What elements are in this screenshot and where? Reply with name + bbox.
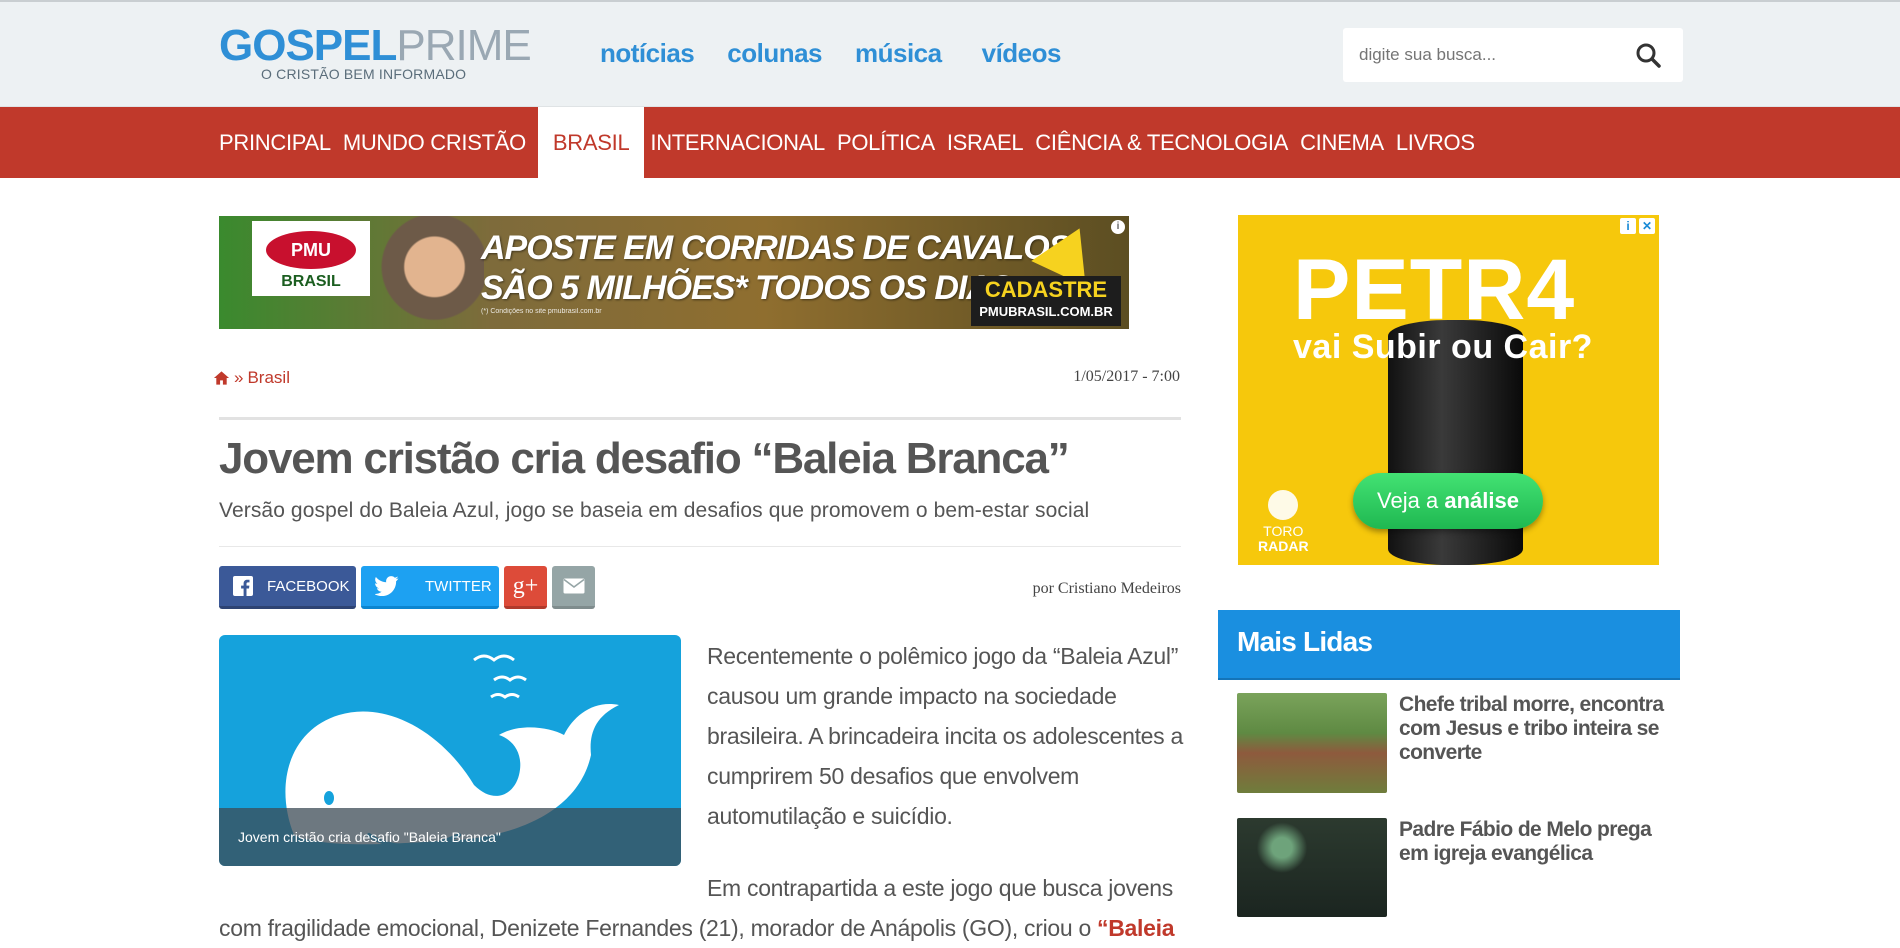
ad-fine-print: (*) Condições no site pmubrasil.com.br xyxy=(481,308,602,315)
baleia-branca-link[interactable]: “Baleia xyxy=(1097,915,1174,941)
top-banner-ad[interactable]: PMU BRASIL APOSTE EM CORRIDAS DE CAVALOS… xyxy=(219,216,1129,329)
nav-colunas[interactable]: colunas xyxy=(727,38,822,69)
search-input[interactable] xyxy=(1343,45,1623,65)
most-read-item[interactable]: Padre Fábio de Melo prega em igreja evan… xyxy=(1237,818,1677,917)
logo-word-prime: PRIME xyxy=(396,21,531,70)
google-plus-icon: g+ xyxy=(512,572,539,599)
article-title: Jovem cristão cria desafio “Baleia Branc… xyxy=(219,434,1070,483)
pmu-country: BRASIL xyxy=(281,273,341,290)
share-facebook-label: FACEBOOK xyxy=(267,577,350,595)
divider xyxy=(219,417,1181,420)
email-icon xyxy=(563,578,584,594)
category-politica[interactable]: POLÍTICA xyxy=(837,107,941,178)
nav-musica[interactable]: música xyxy=(855,38,942,69)
category-ciencia-tecnologia[interactable]: CIÊNCIA & TECNOLOGIA xyxy=(1035,107,1294,178)
article-body: Recentemente o polêmico jogo da “Baleia … xyxy=(707,636,1187,856)
category-principal[interactable]: PRINCIPAL xyxy=(219,107,337,178)
ad-question: vai Subir ou Cair? xyxy=(1293,328,1593,366)
article-subtitle: Versão gospel do Baleia Azul, jogo se ba… xyxy=(219,499,1090,522)
article-image[interactable]: Jovem cristão cria desafio "Baleia Branc… xyxy=(219,635,681,866)
toro-logo-icon xyxy=(1268,490,1299,520)
most-read-title[interactable]: Chefe tribal morre, encontra com Jesus e… xyxy=(1399,693,1677,793)
article-paragraph: Recentemente o polêmico jogo da “Baleia … xyxy=(707,643,1183,829)
category-cinema[interactable]: CINEMA xyxy=(1300,107,1390,178)
share-google-plus-button[interactable]: g+ xyxy=(504,566,547,609)
pmu-logo: PMU BRASIL xyxy=(252,221,370,296)
ad-controls: i ✕ xyxy=(1620,218,1655,234)
ad-headline-line1: APOSTE EM CORRIDAS DE CAVALOS xyxy=(481,229,1071,267)
toro-radar-logo: TORO RADAR xyxy=(1258,490,1309,554)
article-author: por Cristiano Medeiros xyxy=(1032,580,1181,597)
share-buttons: FACEBOOK TWITTER g+ xyxy=(219,566,595,609)
toro-logo-line1: TORO xyxy=(1263,523,1304,539)
category-livros[interactable]: LIVROS xyxy=(1396,107,1481,178)
ad-info-icon[interactable]: i xyxy=(1111,220,1125,234)
search-box xyxy=(1343,28,1683,82)
category-israel[interactable]: ISRAEL xyxy=(947,107,1029,178)
share-email-button[interactable] xyxy=(552,566,595,609)
divider xyxy=(219,546,1181,547)
article-paragraph-line: com fragilidade emocional, Denizete Fern… xyxy=(219,915,1175,941)
logo-wordmark: GOSPELPRIME xyxy=(219,21,532,70)
ad-button-text: Veja a xyxy=(1377,488,1445,513)
article-date: 1/05/2017 - 7:00 xyxy=(1073,368,1180,385)
site-logo[interactable]: GOSPELPRIME O CRISTÃO BEM INFORMADO xyxy=(219,21,532,83)
ad-person-image xyxy=(374,216,484,329)
home-icon[interactable] xyxy=(213,370,230,386)
most-read-item[interactable]: Chefe tribal morre, encontra com Jesus e… xyxy=(1237,693,1677,793)
most-read-header: Mais Lidas xyxy=(1218,610,1680,680)
image-caption: Jovem cristão cria desafio "Baleia Branc… xyxy=(219,808,681,866)
ad-cta-label: CADASTRE xyxy=(984,277,1108,302)
most-read-thumbnail[interactable] xyxy=(1237,818,1387,917)
nav-videos[interactable]: vídeos xyxy=(982,38,1062,69)
most-read-title[interactable]: Padre Fábio de Melo prega em igreja evan… xyxy=(1399,818,1677,917)
ad-cta-button[interactable]: CADASTRE PMUBRASIL.COM.BR xyxy=(971,276,1121,326)
facebook-icon xyxy=(233,576,253,596)
category-brasil[interactable]: BRASIL xyxy=(537,107,645,178)
search-icon[interactable] xyxy=(1635,42,1661,68)
ad-cta-url: PMUBRASIL.COM.BR xyxy=(979,304,1113,319)
site-header: GOSPELPRIME O CRISTÃO BEM INFORMADO notí… xyxy=(0,0,1900,107)
toro-logo-line2: RADAR xyxy=(1258,538,1309,554)
breadcrumb: » Brasil xyxy=(213,368,290,388)
share-twitter-button[interactable]: TWITTER xyxy=(361,566,499,609)
ad-close-icon[interactable]: ✕ xyxy=(1639,218,1655,234)
article-paragraph-line: Em contrapartida a este jogo que busca j… xyxy=(707,875,1173,901)
logo-word-gospel: GOSPEL xyxy=(219,21,397,70)
category-bar: PRINCIPAL MUNDO CRISTÃO BRASIL INTERNACI… xyxy=(0,107,1900,178)
breadcrumb-section-link[interactable]: Brasil xyxy=(247,368,290,388)
ad-ticker: PETR4 xyxy=(1293,242,1576,338)
ad-analysis-button[interactable]: Veja a análise xyxy=(1353,473,1543,529)
sidebar-ad[interactable]: PETR4 vai Subir ou Cair? Veja a análise … xyxy=(1238,215,1659,565)
category-internacional[interactable]: INTERNACIONAL xyxy=(650,107,831,178)
main-nav: notícias colunas música vídeos xyxy=(600,38,1094,69)
category-mundo-cristao[interactable]: MUNDO CRISTÃO xyxy=(343,107,532,178)
most-read-thumbnail[interactable] xyxy=(1237,693,1387,793)
pmu-logo-mark: PMU xyxy=(266,231,356,269)
article-body-continued: Em contrapartida a este jogo que busca j… xyxy=(219,868,1187,948)
share-twitter-label: TWITTER xyxy=(425,577,492,595)
breadcrumb-separator: » xyxy=(234,368,244,387)
nav-noticias[interactable]: notícias xyxy=(600,38,695,69)
ad-button-bold: análise xyxy=(1444,488,1519,513)
article-paragraph-text: com fragilidade emocional, Denizete Fern… xyxy=(219,915,1098,941)
ad-info-icon[interactable]: i xyxy=(1620,218,1636,234)
twitter-icon xyxy=(375,576,399,596)
share-facebook-button[interactable]: FACEBOOK xyxy=(219,566,356,609)
